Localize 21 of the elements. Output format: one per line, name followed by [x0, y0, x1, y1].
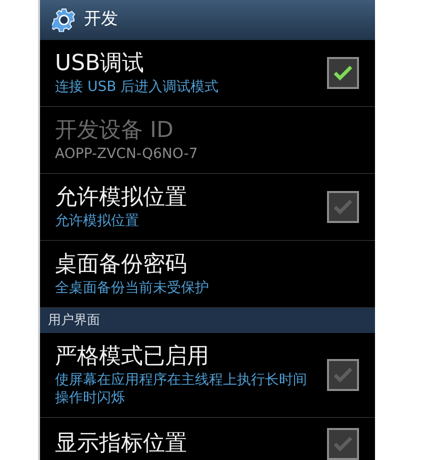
setting-title[interactable]: 显示指标位置 [55, 430, 327, 458]
check-icon [333, 199, 353, 215]
setting-summary: AOPP-ZVCN-Q6NO-7 [55, 145, 199, 163]
section-header: 用户界面 [40, 308, 375, 333]
checkbox[interactable] [327, 191, 359, 223]
gear-icon [52, 8, 76, 32]
setting-title[interactable]: USB调试 [55, 50, 327, 78]
check-icon [333, 65, 353, 81]
setting-title[interactable]: 严格模式已启用 [55, 343, 327, 371]
screen-title: 开发 [84, 8, 118, 32]
setting-summary: 连接 USB 后进入调试模式 [55, 78, 220, 96]
setting-summary: 使屏幕在应用程序在主线程上执行长时间操作时闪烁 [55, 371, 308, 407]
setting-summary: 允许模拟位置 [55, 212, 140, 230]
setting-summary: 全桌面备份当前未受保护 [55, 279, 210, 297]
checkbox[interactable] [327, 359, 359, 391]
check-icon [333, 367, 353, 383]
setting-title[interactable]: 允许模拟位置 [55, 184, 327, 212]
checkbox[interactable] [327, 428, 359, 460]
checkbox[interactable] [327, 57, 359, 89]
check-icon [333, 436, 353, 452]
setting-title[interactable]: 桌面备份密码 [55, 251, 359, 279]
